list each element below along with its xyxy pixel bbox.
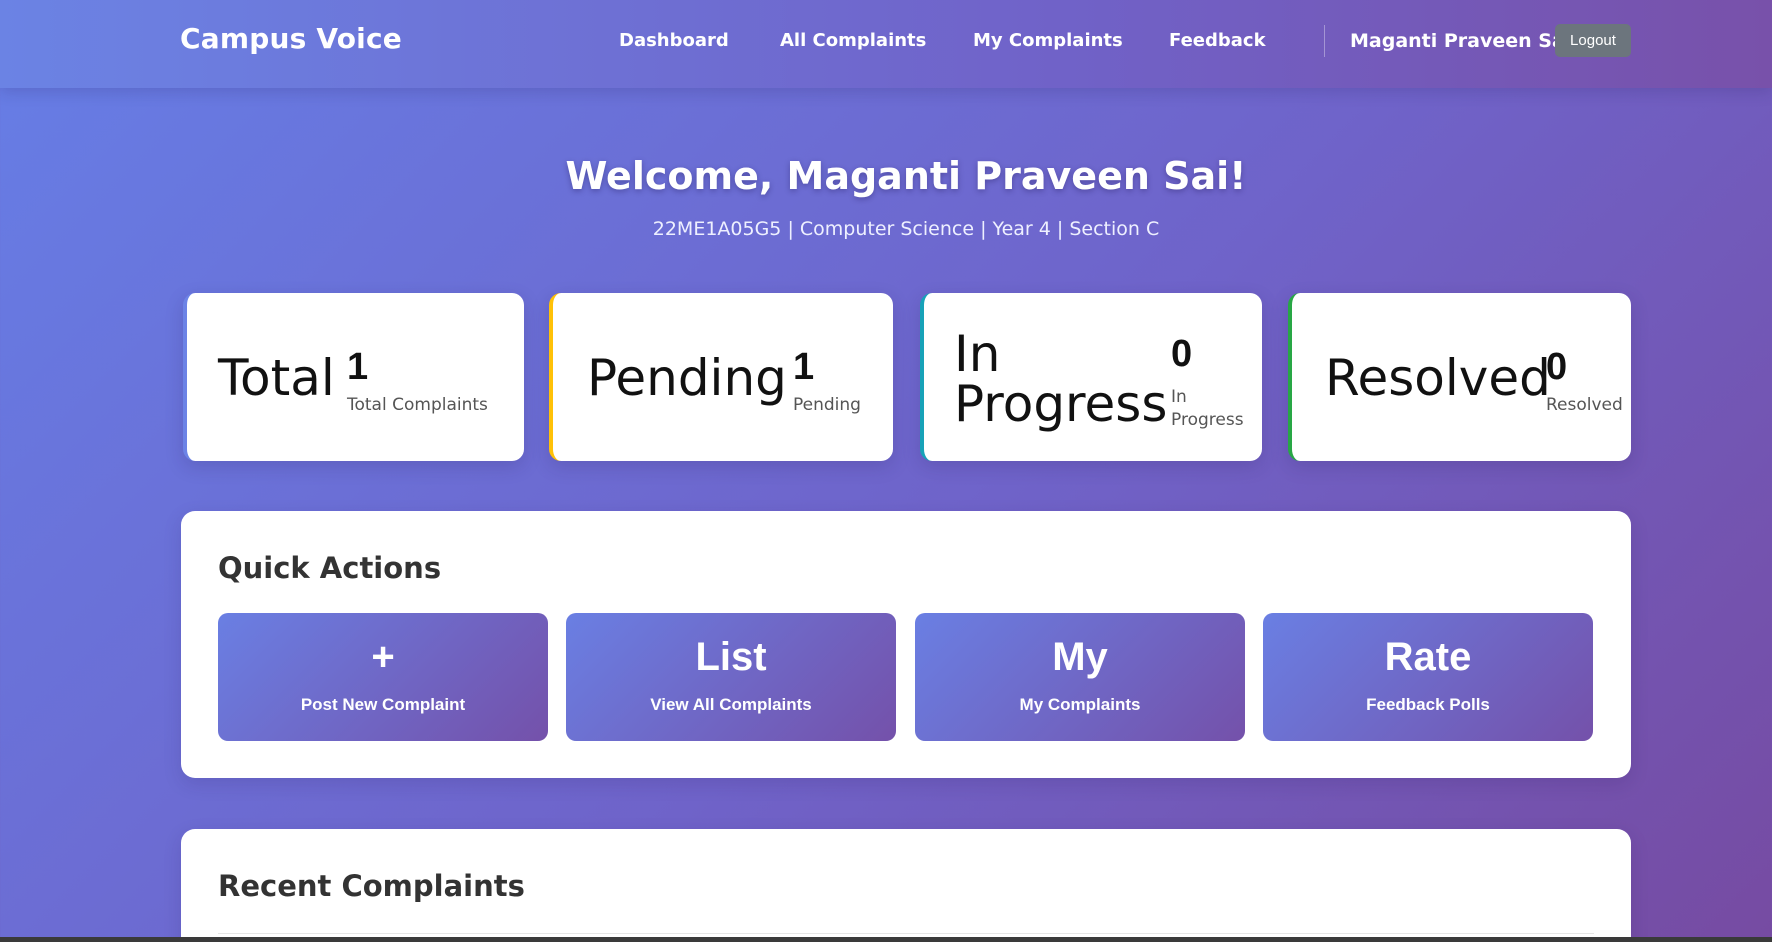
view-all-complaints-button[interactable]: List View All Complaints (566, 613, 896, 741)
stat-resolved-heading: Resolved (1325, 349, 1551, 407)
stat-pending-value: 1 (793, 346, 815, 388)
stat-progress-heading-line1: In (954, 325, 1001, 383)
action-label: Feedback Polls (1366, 695, 1490, 714)
top-navbar: Campus Voice Dashboard All Complaints My… (0, 0, 1772, 88)
stat-total-heading: Total (218, 349, 335, 407)
rate-icon: Rate (1384, 635, 1472, 679)
nav-user-name: Maganti Praveen Sai (1350, 30, 1572, 52)
post-new-complaint-button[interactable]: + Post New Complaint (218, 613, 548, 741)
stat-card-resolved: Resolved 0 Resolved (1288, 293, 1631, 461)
logout-button[interactable]: Logout (1555, 24, 1631, 57)
stat-card-pending: Pending 1 Pending (549, 293, 893, 461)
nav-link-all-complaints[interactable]: All Complaints (780, 30, 926, 51)
my-icon: My (1052, 635, 1108, 679)
quick-actions-panel: Quick Actions + Post New Complaint List … (181, 511, 1631, 778)
recent-complaints-panel: Recent Complaints (181, 829, 1631, 942)
my-complaints-button[interactable]: My My Complaints (915, 613, 1245, 741)
nav-divider (1324, 25, 1325, 57)
quick-actions-title: Quick Actions (218, 551, 442, 585)
recent-divider (218, 933, 1594, 934)
brand-logo[interactable]: Campus Voice (180, 22, 402, 55)
plus-icon: + (371, 635, 395, 679)
stat-progress-heading-line2: Progress (954, 375, 1168, 433)
feedback-polls-button[interactable]: Rate Feedback Polls (1263, 613, 1593, 741)
stat-pending-label: Pending (793, 395, 861, 415)
stat-progress-label-line1: In (1171, 387, 1187, 407)
action-label: Post New Complaint (300, 695, 466, 714)
stat-progress-value: 0 (1171, 333, 1193, 375)
stat-card-total: Total 1 Total Complaints (183, 293, 524, 461)
stat-total-value: 1 (347, 346, 369, 388)
stat-card-in-progress: In Progress 0 In Progress (920, 293, 1262, 461)
stat-resolved-label: Resolved (1546, 395, 1623, 415)
nav-link-dashboard[interactable]: Dashboard (619, 30, 729, 51)
stat-total-label: Total Complaints (347, 395, 488, 415)
list-icon: List (695, 635, 767, 679)
nav-link-feedback[interactable]: Feedback (1169, 30, 1266, 51)
action-label: View All Complaints (650, 695, 812, 714)
stat-pending-heading: Pending (587, 349, 787, 407)
welcome-title: Welcome, Maganti Praveen Sai! (565, 154, 1247, 198)
stat-resolved-value: 0 (1546, 346, 1568, 388)
action-label: My Complaints (1019, 695, 1141, 714)
student-info: 22ME1A05G5 | Computer Science | Year 4 |… (652, 218, 1160, 240)
recent-complaints-title: Recent Complaints (218, 869, 525, 903)
nav-link-my-complaints[interactable]: My Complaints (973, 30, 1123, 51)
stat-progress-label-line2: Progress (1171, 410, 1244, 430)
bottom-scroll-edge (0, 937, 1772, 942)
